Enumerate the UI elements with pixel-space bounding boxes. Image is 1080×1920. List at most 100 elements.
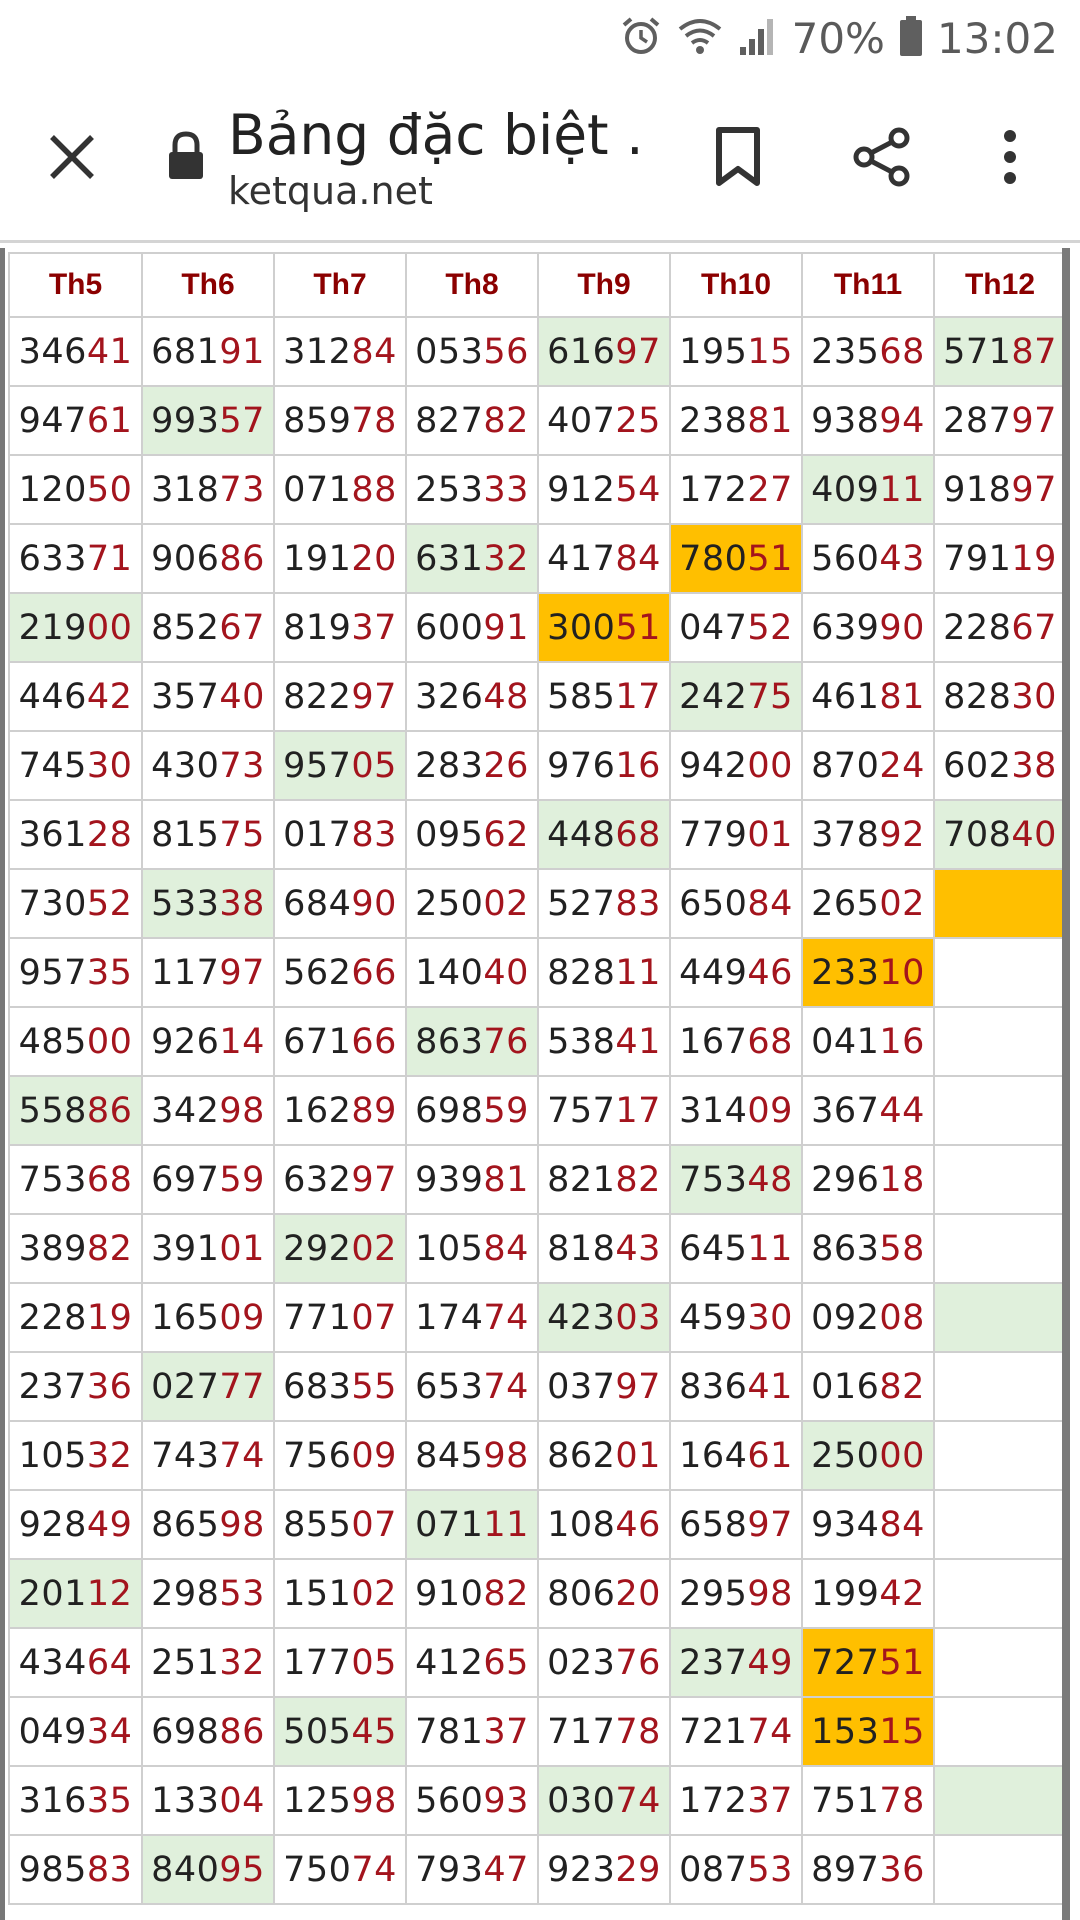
result-cell	[933, 1006, 1067, 1077]
result-digits-tail: 11	[483, 1504, 529, 1545]
result-digits-tail: 08	[879, 1297, 925, 1338]
result-digits-head: 095	[415, 814, 484, 855]
result-digits-head: 708	[943, 814, 1012, 855]
result-digits-tail: 35	[86, 1780, 133, 1821]
result-cell: 41265	[405, 1627, 539, 1698]
result-digits-tail: 36	[86, 1366, 133, 1407]
result-digits-head: 939	[415, 1159, 484, 1200]
result-cell: 21900	[8, 592, 143, 663]
result-digits-head: 560	[415, 1780, 484, 1821]
result-digits-tail: 47	[483, 1849, 529, 1890]
result-digits-head: 923	[547, 1849, 616, 1890]
result-cell: 75609	[273, 1420, 407, 1491]
page-domain: ketqua.net	[228, 169, 433, 213]
result-digits-head: 870	[811, 745, 880, 786]
result-digits-head: 242	[679, 676, 748, 717]
result-digits-tail: 49	[86, 1504, 133, 1545]
result-digits-tail: 59	[219, 1159, 265, 1200]
result-cell	[933, 1282, 1067, 1353]
result-digits-tail: 65	[483, 1642, 529, 1683]
result-cell: 14040	[405, 937, 539, 1008]
result-digits-head: 632	[283, 1159, 352, 1200]
result-digits-head: 791	[943, 538, 1012, 579]
result-digits-tail: 35	[86, 952, 133, 993]
more-options-button[interactable]	[990, 121, 1030, 193]
result-cell: 25002	[405, 868, 539, 939]
result-cell: 07188	[273, 454, 407, 525]
result-cell: 77107	[273, 1282, 407, 1353]
result-digits-head: 781	[415, 1711, 484, 1752]
result-digits-tail: 49	[747, 1642, 793, 1683]
result-digits-tail: 90	[351, 883, 397, 924]
result-digits-tail: 61	[747, 1435, 793, 1476]
result-cell: 48500	[8, 1006, 143, 1077]
table-row: 31635 13304 12598 56093 03074 17237 75178	[8, 1765, 1067, 1836]
wifi-icon	[676, 15, 724, 62]
result-cell: 85978	[273, 385, 407, 456]
bookmark-button[interactable]	[704, 121, 772, 193]
result-digits-head: 367	[811, 1090, 880, 1131]
result-cell: 10846	[537, 1489, 671, 1560]
result-cell: 85507	[273, 1489, 407, 1560]
table-row: 98583 84095 75074 79347 92329 08753 89736	[8, 1834, 1067, 1905]
result-digits-tail: 98	[351, 1780, 397, 1821]
result-cell: 56043	[801, 523, 935, 594]
result-cell: 44868	[537, 799, 671, 870]
column-header: Th8	[405, 252, 539, 318]
result-digits-tail: 26	[483, 745, 529, 786]
share-button[interactable]	[846, 121, 918, 193]
results-table-container[interactable]: Th5 Th6 Th7 Th8 Th9 Th10 Th11 Th12 34641 68191 31…	[0, 248, 1080, 1920]
result-cell: 19942	[801, 1558, 935, 1629]
result-cell: 75348	[669, 1144, 803, 1215]
result-cell: 75178	[801, 1765, 935, 1836]
result-digits-tail: 46	[615, 1504, 661, 1545]
result-digits-tail: 84	[615, 538, 661, 579]
result-cell	[933, 1765, 1067, 1836]
result-cell: 31635	[8, 1765, 143, 1836]
result-digits-head: 251	[151, 1642, 220, 1683]
result-digits-tail: 74	[219, 1435, 265, 1476]
result-digits-tail: 02	[483, 883, 529, 924]
result-digits-head: 745	[18, 745, 87, 786]
result-digits-head: 818	[547, 1228, 616, 1269]
close-button[interactable]	[40, 125, 104, 189]
result-digits-head: 671	[283, 1021, 352, 1062]
result-digits-tail: 82	[483, 1573, 529, 1614]
result-digits-head: 681	[151, 331, 220, 372]
result-digits-tail: 52	[86, 883, 133, 924]
result-digits-head: 016	[811, 1366, 880, 1407]
result-digits-head: 684	[283, 883, 352, 924]
result-digits-head: 865	[151, 1504, 220, 1545]
result-digits-tail: 02	[351, 1573, 397, 1614]
result-cell: 36128	[8, 799, 143, 870]
results-table: Th5 Th6 Th7 Th8 Th9 Th10 Th11 Th12 34641 68191 31…	[8, 252, 1067, 1905]
share-icon	[853, 127, 910, 187]
result-digits-head: 235	[811, 331, 880, 372]
result-cell: 94761	[8, 385, 143, 456]
result-digits-tail: 10	[879, 952, 925, 993]
result-digits-tail: 37	[483, 1711, 529, 1752]
result-digits-head: 779	[679, 814, 748, 855]
column-header: Th9	[537, 252, 671, 318]
result-digits-head: 912	[547, 469, 616, 510]
result-cell: 44642	[8, 661, 143, 732]
result-cell: 65897	[669, 1489, 803, 1560]
result-cell: 39101	[141, 1213, 275, 1284]
result-cell: 82782	[405, 385, 539, 456]
result-cell: 17237	[669, 1765, 803, 1836]
result-digits-head: 153	[811, 1711, 880, 1752]
result-cell	[933, 937, 1067, 1008]
result-digits-head: 151	[283, 1573, 352, 1614]
result-cell: 69859	[405, 1075, 539, 1146]
result-digits-head: 827	[415, 400, 484, 441]
result-digits-head: 697	[151, 1159, 220, 1200]
result-digits-tail: 32	[219, 1642, 265, 1683]
close-icon	[50, 135, 94, 179]
result-digits-head: 756	[283, 1435, 352, 1476]
result-digits-tail: 66	[351, 952, 397, 993]
result-digits-head: 017	[283, 814, 352, 855]
result-digits-head: 047	[679, 607, 748, 648]
table-body: 34641 68191 31284 05356 61697 19515 23568 57187…	[8, 316, 1067, 1905]
result-digits-head: 283	[415, 745, 484, 786]
result-digits-tail: 84	[747, 883, 793, 924]
